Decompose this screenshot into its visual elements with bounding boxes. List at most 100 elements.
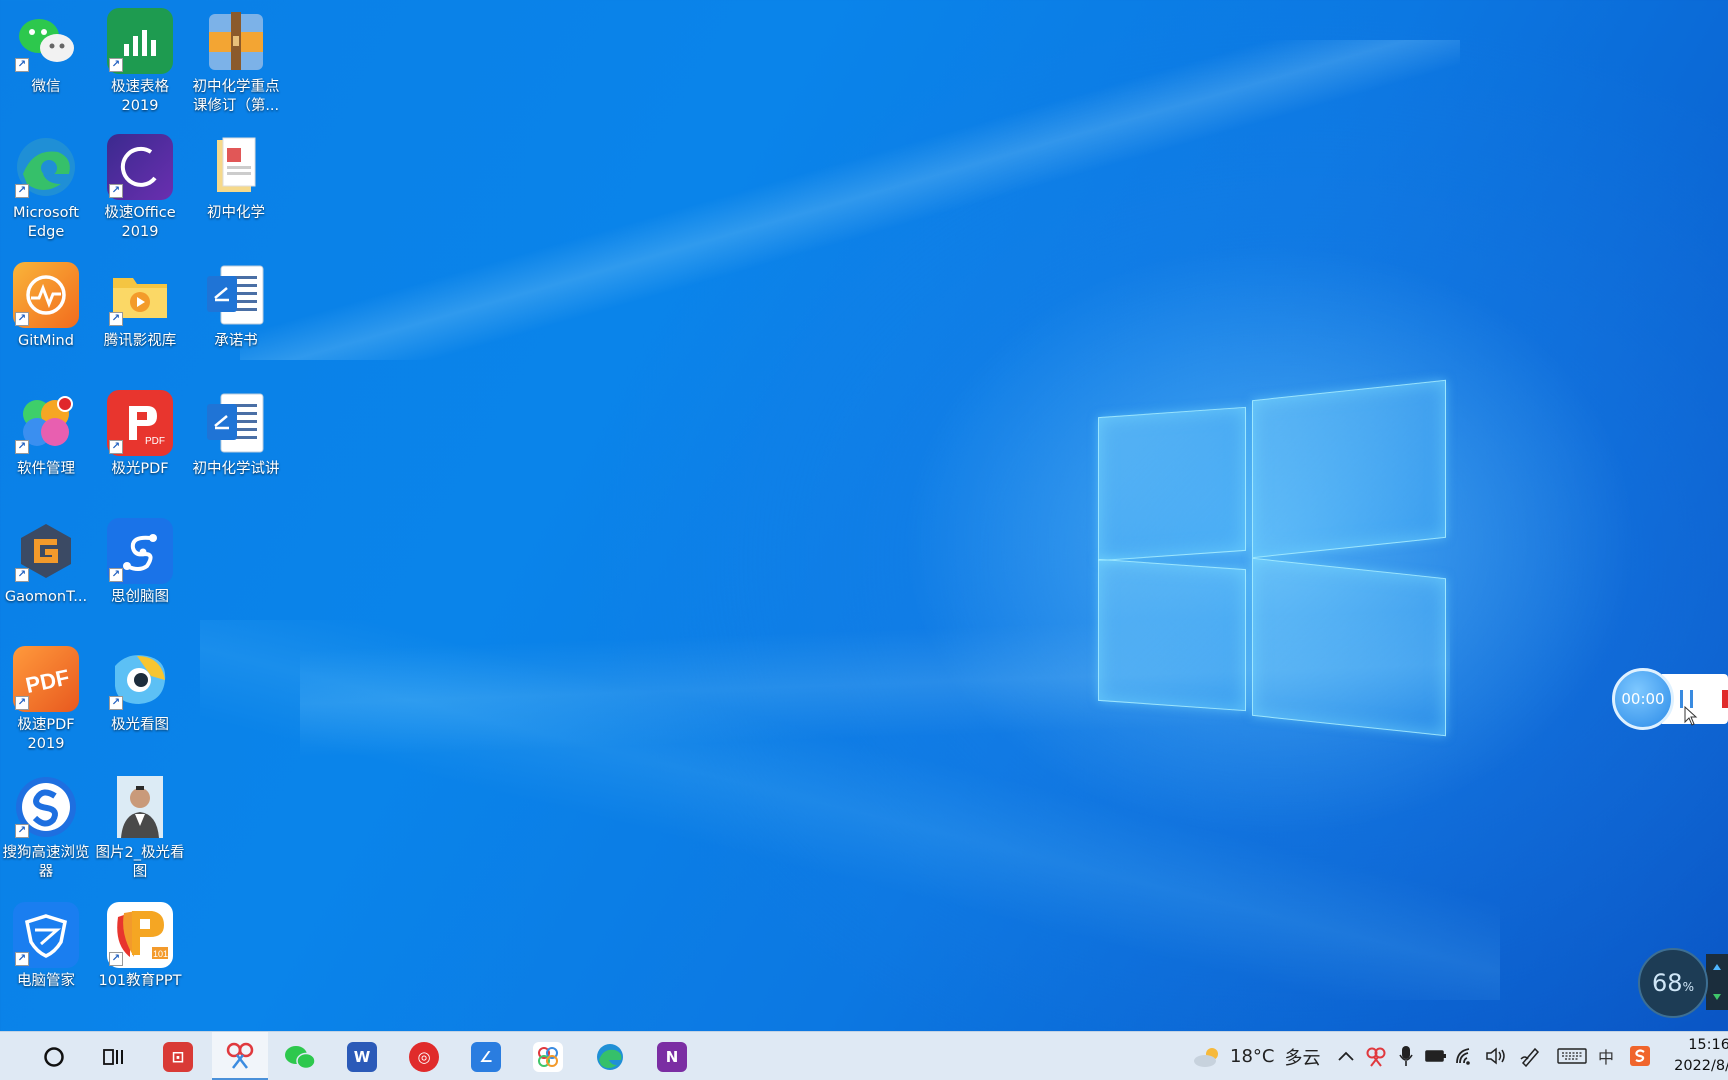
memory-percent: 68% xyxy=(1638,948,1708,1018)
input-method-indicator[interactable]: 中 xyxy=(1594,1044,1618,1068)
screen-recorder-widget[interactable]: 00:00 xyxy=(1612,668,1728,730)
desktop-icon-document-2[interactable]: 初中化学试讲 xyxy=(190,390,282,479)
pause-icon[interactable] xyxy=(1680,690,1683,708)
tray-snipping-icon[interactable] xyxy=(1364,1044,1388,1068)
desktop-icon-label: 微信 xyxy=(31,79,61,95)
desktop-icon-ppt[interactable]: 101 ↗ 101教育PPT xyxy=(94,902,186,991)
image-viewer-icon: ↗ xyxy=(107,646,173,712)
desktop-icon-label: 思创脑图 xyxy=(111,589,169,605)
taskbar-app-onenote[interactable]: N xyxy=(644,1032,700,1080)
taskbar-app-word[interactable]: W xyxy=(334,1032,390,1080)
weather-widget[interactable]: 18°C 多云 xyxy=(1192,1032,1320,1080)
wifi-icon[interactable] xyxy=(1454,1044,1478,1068)
show-hidden-icons-button[interactable] xyxy=(1334,1044,1358,1068)
desktop-icon-office[interactable]: ↗ 极速Office 2019 xyxy=(94,134,186,242)
pinwheel-icon xyxy=(533,1041,563,1072)
desktop-icon-spreadsheet[interactable]: ↗ 极速表格 2019 xyxy=(94,8,186,116)
svg-text:PDF: PDF xyxy=(23,664,71,698)
ppt-icon: 101 ↗ xyxy=(107,902,173,968)
desktop-icon-document[interactable]: 承诺书 xyxy=(190,262,282,351)
desktop-icon-label: 腾讯影视库 xyxy=(103,333,177,349)
cortana-button[interactable] xyxy=(26,1032,82,1080)
taskbar-app-snipping[interactable] xyxy=(212,1032,268,1080)
wechat-icon xyxy=(285,1045,316,1069)
desktop-icon-edge[interactable]: ↗ Microsoft Edge xyxy=(0,134,92,242)
task-view-icon xyxy=(103,1048,123,1065)
taskbar-app-presentation[interactable]: ⊡ xyxy=(150,1032,206,1080)
onenote-icon: N xyxy=(657,1041,687,1072)
chevron-up-icon xyxy=(1338,1051,1354,1061)
desktop-icon-pdf[interactable]: PDF ↗ 极光PDF xyxy=(94,390,186,479)
desktop-icon-label: Microsoft Edge xyxy=(13,205,79,240)
wechat-icon: ↗ xyxy=(13,8,79,74)
word-icon: W xyxy=(347,1041,377,1072)
presentation-icon: ⊡ xyxy=(163,1041,193,1072)
folder-icon xyxy=(203,134,269,200)
desktop-icon-photo[interactable]: 图片2_极光看 图 xyxy=(94,774,186,882)
desktop-icon-gitmind[interactable]: ↗ GitMind xyxy=(0,262,92,351)
archive-icon xyxy=(203,8,269,74)
taskbar-app-edge[interactable] xyxy=(582,1032,638,1080)
snipping-icon xyxy=(226,1042,254,1069)
svg-text:101: 101 xyxy=(153,949,168,959)
music-icon: ◎ xyxy=(409,1041,439,1072)
desktop-icon-label: 101教育PPT xyxy=(98,973,182,989)
desktop-icon-wechat[interactable]: ↗ 微信 xyxy=(0,8,92,97)
document-icon xyxy=(203,390,269,456)
desktop-icon-archive[interactable]: 初中化学重点 课修订（第... xyxy=(190,8,282,116)
touch-keyboard-icon[interactable] xyxy=(1556,1044,1588,1068)
desktop-icon-label: 搜狗高速浏览 器 xyxy=(2,845,90,880)
desktop-icon-image-viewer[interactable]: ↗ 极光看图 xyxy=(94,646,186,735)
volume-icon[interactable] xyxy=(1484,1044,1508,1068)
taskbar-app-wechat[interactable] xyxy=(272,1032,328,1080)
desktop-icon-label: 极速表格 2019 xyxy=(111,79,169,114)
taskbar-app-pen[interactable]: ∠ xyxy=(458,1032,514,1080)
memory-usage-widget[interactable]: 68% xyxy=(1638,948,1728,1018)
windows-logo xyxy=(1098,379,1446,738)
weather-condition: 多云 xyxy=(1284,1047,1321,1069)
desktop-icon-label: 初中化学试讲 xyxy=(192,461,280,477)
taskbar: ⊡ W ◎ ∠ N 18°C 多云 中 15:16 2022/8/ xyxy=(0,1031,1728,1080)
mouse-cursor-icon xyxy=(1684,706,1698,726)
desktop-icon-pdf-2019[interactable]: PDF ↗ 极速PDF 2019 xyxy=(0,646,92,754)
cortana-icon xyxy=(44,1046,64,1067)
taskbar-app-pinwheel[interactable] xyxy=(520,1032,576,1080)
gitmind-icon: ↗ xyxy=(13,262,79,328)
desktop-icon-gaomon[interactable]: ↗ GaomonT... xyxy=(0,518,92,607)
battery-icon[interactable] xyxy=(1424,1044,1448,1068)
stop-icon[interactable] xyxy=(1722,690,1728,708)
microphone-icon[interactable] xyxy=(1394,1044,1418,1068)
weather-temperature: 18°C xyxy=(1230,1046,1275,1067)
task-view-button[interactable] xyxy=(86,1032,142,1080)
desktop-icon-video-folder[interactable]: ↗ 腾讯影视库 xyxy=(94,262,186,351)
desktop-icon-sogou-browser[interactable]: ↗ 搜狗高速浏览 器 xyxy=(0,774,92,882)
desktop-icon-folder[interactable]: 初中化学 xyxy=(190,134,282,223)
mindmap-icon: ↗ xyxy=(107,518,173,584)
edge-icon xyxy=(597,1043,623,1070)
video-folder-icon: ↗ xyxy=(107,262,173,328)
desktop-icon-label: 图片2_极光看 图 xyxy=(95,845,185,880)
taskbar-clock[interactable]: 15:16 2022/8/ xyxy=(1660,1035,1728,1077)
desktop-icon-mindmap[interactable]: ↗ 思创脑图 xyxy=(94,518,186,607)
document-icon xyxy=(203,262,269,328)
clock-date: 2022/8/ xyxy=(1674,1058,1728,1074)
desktop-icon-software-manager[interactable]: ↗ 软件管理 xyxy=(0,390,92,479)
desktop-icon-label: 初中化学 xyxy=(207,205,265,221)
desktop-icon-label: 初中化学重点 课修订（第... xyxy=(192,79,280,114)
recorder-timer: 00:00 xyxy=(1612,668,1674,730)
photo-icon xyxy=(107,774,173,840)
software-manager-icon: ↗ xyxy=(13,390,79,456)
pdf-icon: PDF ↗ xyxy=(13,646,79,712)
sogou-ime-icon[interactable] xyxy=(1628,1044,1652,1068)
desktop-icon-label: 承诺书 xyxy=(214,333,258,349)
pen-input-icon[interactable] xyxy=(1518,1044,1542,1068)
spreadsheet-icon: ↗ xyxy=(107,8,173,74)
desktop-icon-pc-manager[interactable]: ↗ 电脑管家 xyxy=(0,902,92,991)
taskbar-app-netease-music[interactable]: ◎ xyxy=(396,1032,452,1080)
desktop-icon-label: 极速PDF 2019 xyxy=(17,717,75,752)
edge-icon: ↗ xyxy=(13,134,79,200)
office-icon: ↗ xyxy=(107,134,173,200)
sogou-browser-icon: ↗ xyxy=(13,774,79,840)
clock-time: 15:16 xyxy=(1688,1037,1728,1053)
pdf-icon: PDF ↗ xyxy=(107,390,173,456)
